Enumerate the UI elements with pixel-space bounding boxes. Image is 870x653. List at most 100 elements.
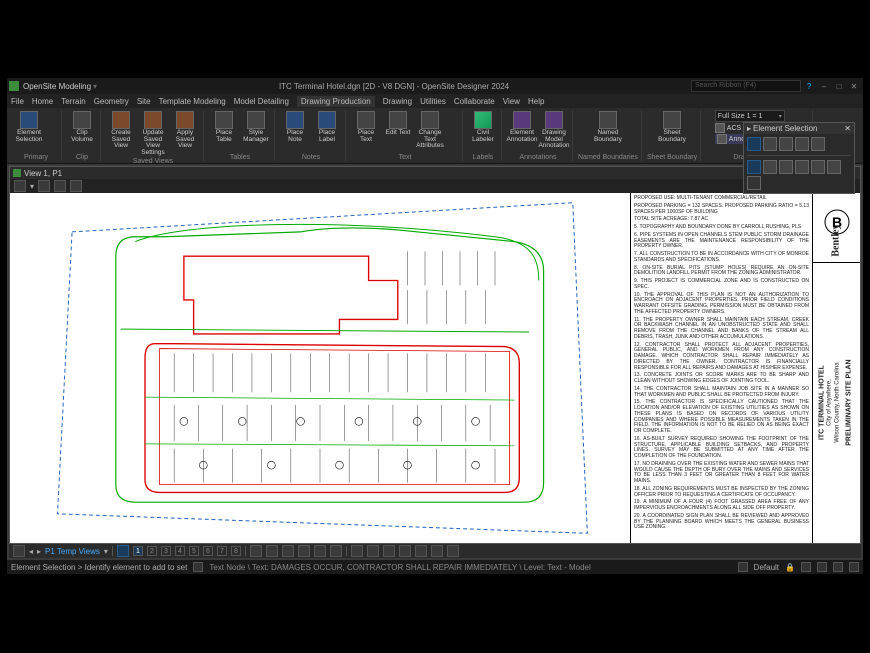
toolbox-2-icon[interactable]: [266, 545, 278, 557]
menu-drawing[interactable]: Drawing: [383, 97, 412, 106]
view-display-icon[interactable]: [38, 180, 50, 192]
status-icon-2[interactable]: [801, 562, 811, 572]
mode-all-icon[interactable]: [827, 160, 841, 174]
toolbox-6-icon[interactable]: [330, 545, 342, 557]
palette-close-icon[interactable]: ✕: [844, 124, 851, 133]
mode-clear-icon[interactable]: [811, 160, 825, 174]
view-num-8[interactable]: 8: [231, 546, 241, 556]
view-previous-icon[interactable]: [54, 180, 66, 192]
close-button[interactable]: ✕: [847, 79, 861, 93]
status-icon-1[interactable]: [193, 562, 203, 572]
select-line-icon[interactable]: [811, 137, 825, 151]
edit-text-button[interactable]: Edit Text: [383, 110, 413, 138]
menu-template[interactable]: Template Modeling: [159, 97, 226, 106]
view-num-5[interactable]: 5: [189, 546, 199, 556]
tools-icon[interactable]: [46, 123, 58, 135]
sheet-boundary-button[interactable]: Sheet Boundary: [657, 110, 687, 144]
select-shape-icon[interactable]: [779, 137, 793, 151]
toolbox-12-icon[interactable]: [431, 545, 443, 557]
element-selection-palette[interactable]: ▸Element Selection ✕: [743, 122, 855, 194]
menu-site[interactable]: Site: [137, 97, 151, 106]
menu-help[interactable]: Help: [528, 97, 544, 106]
status-icon-5[interactable]: [849, 562, 859, 572]
toolbox-1-icon[interactable]: [250, 545, 262, 557]
update-saved-view-button[interactable]: Update Saved View Settings: [138, 110, 168, 157]
model-icon[interactable]: [117, 545, 129, 557]
view-plus-icon[interactable]: [13, 545, 25, 557]
toolbox-9-icon[interactable]: [383, 545, 395, 557]
expand-icon[interactable]: [747, 176, 761, 190]
menu-geometry[interactable]: Geometry: [94, 97, 129, 106]
text-tool-2-icon[interactable]: [447, 123, 459, 135]
place-table-button[interactable]: Place Table: [209, 110, 239, 144]
clip-volume-button[interactable]: Clip Volume: [67, 110, 97, 144]
view-num-7[interactable]: 7: [217, 546, 227, 556]
status-icon-3[interactable]: [817, 562, 827, 572]
view-num-3[interactable]: 3: [161, 546, 171, 556]
view-num-4[interactable]: 4: [175, 546, 185, 556]
workflow-name[interactable]: OpenSite Modeling: [23, 82, 91, 91]
view-num-1[interactable]: 1: [133, 546, 143, 556]
place-text-button[interactable]: Place Text: [351, 110, 381, 144]
style-manager-button[interactable]: Style Manager: [241, 110, 271, 144]
palette-titlebar[interactable]: ▸Element Selection ✕: [744, 123, 854, 134]
chevron-down-icon[interactable]: ▾: [30, 182, 34, 191]
menu-terrain[interactable]: Terrain: [61, 97, 85, 106]
help-icon[interactable]: ?: [802, 79, 816, 93]
toolbox-5-icon[interactable]: [314, 545, 326, 557]
view-titlebar[interactable]: View 1, P1: [10, 167, 860, 179]
mode-subtract-icon[interactable]: [779, 160, 793, 174]
named-boundary-button[interactable]: Named Boundary: [593, 110, 623, 144]
drawing-model-annotation-button[interactable]: Drawing Model Annotation: [539, 110, 569, 151]
menu-drawing-production[interactable]: Drawing Production: [297, 96, 375, 107]
snap-mode-icon[interactable]: [738, 562, 748, 572]
civil-labeler-button[interactable]: Civil Labeler: [468, 110, 498, 144]
toolbox-7-icon[interactable]: [351, 545, 363, 557]
view-next-icon[interactable]: [70, 180, 82, 192]
mode-new-icon[interactable]: [747, 160, 761, 174]
chevron-left-icon[interactable]: ◂: [29, 547, 33, 556]
toolbox-8-icon[interactable]: [367, 545, 379, 557]
drawing-canvas[interactable]: [10, 193, 630, 543]
toolbox-3-icon[interactable]: [282, 545, 294, 557]
menu-detailing[interactable]: Model Detailing: [234, 97, 289, 106]
toolbox-11-icon[interactable]: [415, 545, 427, 557]
select-circle-icon[interactable]: [795, 137, 809, 151]
menu-file[interactable]: File: [11, 97, 24, 106]
apply-saved-view-button[interactable]: Apply Saved View: [170, 110, 200, 151]
toolbox-4-icon[interactable]: [298, 545, 310, 557]
view-num-6[interactable]: 6: [203, 546, 213, 556]
place-note-button[interactable]: Place Note: [280, 110, 310, 144]
fence-icon[interactable]: [46, 110, 58, 122]
snap-label[interactable]: Default: [754, 563, 779, 572]
toolbox-10-icon[interactable]: [399, 545, 411, 557]
chevron-right-icon[interactable]: ▸: [37, 547, 41, 556]
menu-collaborate[interactable]: Collaborate: [454, 97, 495, 106]
text-tool-3-icon[interactable]: [447, 136, 459, 148]
menu-home[interactable]: Home: [32, 97, 53, 106]
minimize-button[interactable]: –: [817, 79, 831, 93]
element-selection-button[interactable]: Element Selection: [14, 110, 44, 144]
select-block-icon[interactable]: [763, 137, 777, 151]
status-icon-4[interactable]: [833, 562, 843, 572]
menu-utilities[interactable]: Utilities: [420, 97, 446, 106]
chevron-down-icon[interactable]: ▾: [104, 547, 108, 556]
lock-icon[interactable]: 🔒: [785, 563, 795, 572]
mode-add-icon[interactable]: [763, 160, 777, 174]
view-num-2[interactable]: 2: [147, 546, 157, 556]
element-annotation-button[interactable]: Element Annotation: [507, 110, 537, 144]
select-individual-icon[interactable]: [747, 137, 761, 151]
note-line: 12. CONTRACTOR SHALL PROTECT ALL ADJACEN…: [634, 343, 809, 372]
text-tool-1-icon[interactable]: [447, 110, 459, 122]
change-text-attr-button[interactable]: Change Text Attributes: [415, 110, 445, 151]
menu-view[interactable]: View: [503, 97, 520, 106]
mode-invert-icon[interactable]: [795, 160, 809, 174]
scale-dropdown[interactable]: Full Size 1 = 1: [715, 110, 785, 122]
create-saved-view-button[interactable]: Create Saved View: [106, 110, 136, 151]
maximize-button[interactable]: □: [832, 79, 846, 93]
place-label-button[interactable]: Place Label: [312, 110, 342, 144]
temp-views-dropdown[interactable]: P1 Temp Views: [45, 547, 100, 556]
view-attributes-icon[interactable]: [14, 180, 26, 192]
ribbon-search-input[interactable]: Search Ribbon (F4): [691, 80, 801, 92]
toolbox-13-icon[interactable]: [447, 545, 459, 557]
